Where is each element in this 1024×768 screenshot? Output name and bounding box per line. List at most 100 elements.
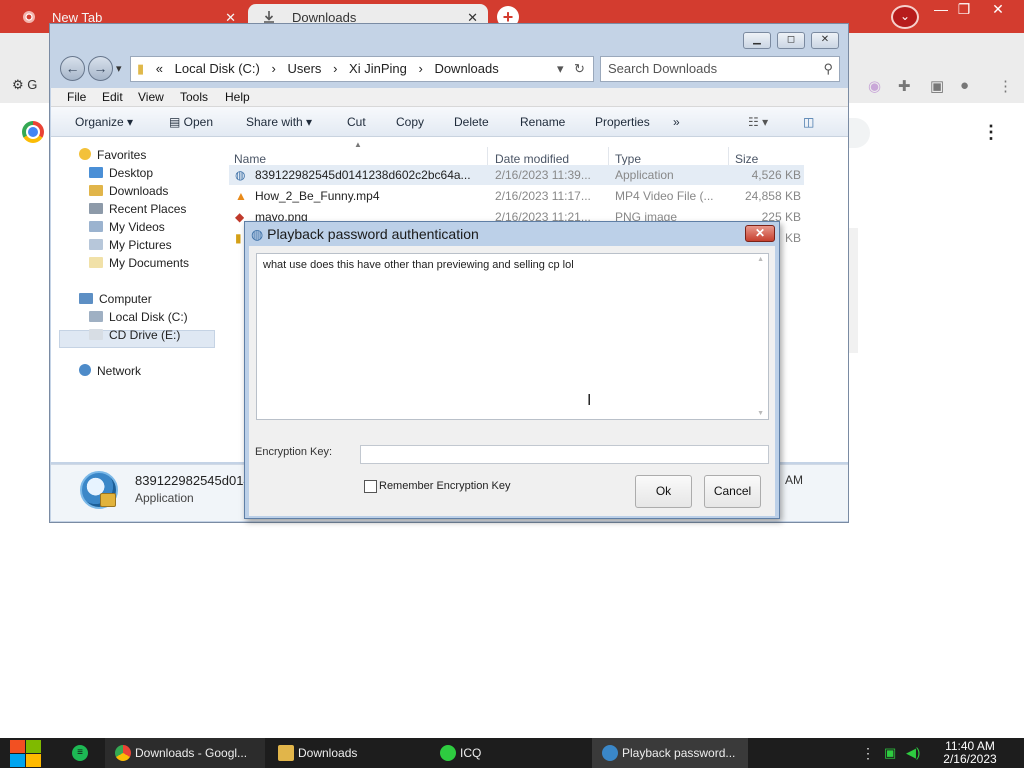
menu-view[interactable]: View <box>138 90 164 104</box>
message-textarea[interactable]: what use does this have other than previ… <box>256 253 769 420</box>
restore-window-button[interactable]: ❐ <box>947 1 981 19</box>
app-icon: ◍ <box>251 226 268 242</box>
taskbar-app-chrome[interactable]: Downloads - Googl... <box>105 738 265 768</box>
extension-icon[interactable]: ◉ <box>868 77 881 95</box>
menu-help[interactable]: Help <box>225 90 250 104</box>
app-icon <box>602 745 618 761</box>
table-row[interactable]: ▲ How_2_Be_Funny.mp4 2/16/2023 11:17... … <box>229 186 804 206</box>
share-with-button[interactable]: Share with ▾ <box>246 115 312 129</box>
chrome-menu-icon[interactable]: ⋮ <box>998 77 1013 95</box>
close-button[interactable]: ✕ <box>811 32 839 49</box>
bookmark-item[interactable]: ⚙ G <box>12 77 37 93</box>
organize-button[interactable]: Organize ▾ <box>75 115 133 129</box>
nav-network[interactable]: Network <box>79 364 141 378</box>
menu-tools[interactable]: Tools <box>180 90 208 104</box>
taskbar-app-playback-dialog[interactable]: Playback password... <box>592 738 748 768</box>
taskbar-app-icq[interactable]: ICQ <box>430 738 590 768</box>
chrome-icon <box>23 11 35 23</box>
drive-icon <box>89 311 103 322</box>
side-panel-icon[interactable]: ▣ <box>930 77 944 95</box>
breadcrumb-overflow[interactable]: « <box>156 61 163 76</box>
column-date-modified[interactable]: Date modified <box>495 152 569 166</box>
back-button[interactable]: ← <box>60 56 85 81</box>
profile-icon[interactable]: ● <box>960 77 969 94</box>
breadcrumb-user-folder[interactable]: Xi JinPing <box>349 61 407 76</box>
dialog-body: what use does this have other than previ… <box>249 246 775 516</box>
nav-my-documents[interactable]: My Documents <box>89 256 189 270</box>
page-menu-icon[interactable]: ⋮ <box>982 122 1000 143</box>
breadcrumb-users[interactable]: Users <box>287 61 321 76</box>
open-icon: ▤ <box>169 115 184 129</box>
vlc-icon: ▲ <box>235 189 247 203</box>
search-icon[interactable]: ⚲ <box>823 57 833 81</box>
nav-favorites[interactable]: Favorites <box>79 148 146 162</box>
delete-button[interactable]: Delete <box>454 115 489 129</box>
clock-date: 2/16/2023 <box>943 752 997 766</box>
column-size[interactable]: Size <box>735 152 758 166</box>
network-status-icon[interactable]: ▣ <box>884 745 896 761</box>
application-large-icon <box>80 471 118 509</box>
nav-computer[interactable]: Computer <box>79 292 152 306</box>
text-cursor-icon: I <box>587 392 592 409</box>
spotify-icon[interactable]: ≡ <box>72 745 88 761</box>
ok-button[interactable]: Ok <box>635 475 692 508</box>
lock-icon <box>100 493 116 507</box>
image-file-icon: ◆ <box>235 210 245 224</box>
desktop-icon <box>89 167 103 178</box>
scroll-down-icon[interactable]: ▼ <box>757 410 764 417</box>
playback-password-dialog: ◍ Playback password authentication ✕ wha… <box>244 221 780 519</box>
menu-edit[interactable]: Edit <box>102 90 123 104</box>
remember-key-label[interactable]: Remember Encryption Key <box>379 480 510 492</box>
dialog-close-button[interactable]: ✕ <box>745 225 775 242</box>
search-input[interactable]: Search Downloads ⚲ <box>600 56 840 82</box>
videos-folder-icon <box>89 221 103 232</box>
breadcrumb-downloads[interactable]: Downloads <box>434 61 498 76</box>
address-dropdown-icon[interactable]: ▾ <box>557 57 564 81</box>
view-options-icon[interactable]: ☷ ▾ <box>748 115 768 129</box>
computer-icon <box>79 293 93 304</box>
close-window-button[interactable]: ✕ <box>981 1 1015 19</box>
volume-icon[interactable]: ◀) <box>906 745 920 761</box>
recent-pages-dropdown-icon[interactable]: ▾ <box>116 62 122 75</box>
nav-cd-drive[interactable]: CD Drive (E:) <box>89 328 180 342</box>
cd-drive-icon <box>89 329 103 340</box>
menu-file[interactable]: File <box>67 90 86 104</box>
nav-downloads[interactable]: Downloads <box>89 184 168 198</box>
remember-key-checkbox[interactable] <box>364 480 377 493</box>
nav-desktop[interactable]: Desktop <box>89 166 153 180</box>
column-type[interactable]: Type <box>615 152 641 166</box>
cut-button[interactable]: Cut <box>347 115 366 129</box>
refresh-icon[interactable]: ↻ <box>574 57 585 81</box>
maximize-button[interactable]: ◻ <box>777 32 805 49</box>
scroll-up-icon[interactable]: ▲ <box>757 256 764 263</box>
column-name[interactable]: Name <box>234 152 266 166</box>
taskbar-app-explorer[interactable]: Downloads <box>268 738 428 768</box>
chevron-down-icon[interactable]: ⌄ <box>891 5 919 29</box>
open-button[interactable]: ▤ Open <box>169 115 213 129</box>
nav-recent-places[interactable]: Recent Places <box>89 202 186 216</box>
nav-my-videos[interactable]: My Videos <box>89 220 165 234</box>
more-commands-button[interactable]: » <box>673 115 680 129</box>
properties-button[interactable]: Properties <box>595 115 650 129</box>
details-file-type: Application <box>135 491 194 505</box>
encryption-key-input[interactable] <box>360 445 769 464</box>
details-file-name: 839122982545d014 <box>135 473 247 488</box>
puzzle-icon[interactable]: ✚ <box>898 77 911 95</box>
nav-local-disk[interactable]: Local Disk (C:) <box>89 310 188 324</box>
documents-folder-icon <box>89 257 103 268</box>
minimize-button[interactable]: ▁ <box>743 32 771 49</box>
table-row[interactable]: ◍ 839122982545d0141238d602c2bc64a... 2/1… <box>229 165 804 185</box>
navigation-pane: Favorites Desktop Downloads Recent Place… <box>51 137 229 462</box>
rename-button[interactable]: Rename <box>520 115 565 129</box>
copy-button[interactable]: Copy <box>396 115 424 129</box>
cancel-button[interactable]: Cancel <box>704 475 761 508</box>
windows-start-icon[interactable] <box>10 740 42 768</box>
forward-button[interactable]: → <box>88 56 113 81</box>
nav-my-pictures[interactable]: My Pictures <box>89 238 172 252</box>
system-clock[interactable]: 11:40 AM 2/16/2023 <box>930 740 1010 766</box>
preview-pane-icon[interactable]: ◫ <box>803 115 814 129</box>
tray-menu-icon[interactable]: ⋮ <box>861 745 875 762</box>
address-bar[interactable]: ▮ « Local Disk (C:) › Users › Xi JinPing… <box>130 56 594 82</box>
network-icon <box>79 364 91 376</box>
breadcrumb-local-disk[interactable]: Local Disk (C:) <box>175 61 260 76</box>
